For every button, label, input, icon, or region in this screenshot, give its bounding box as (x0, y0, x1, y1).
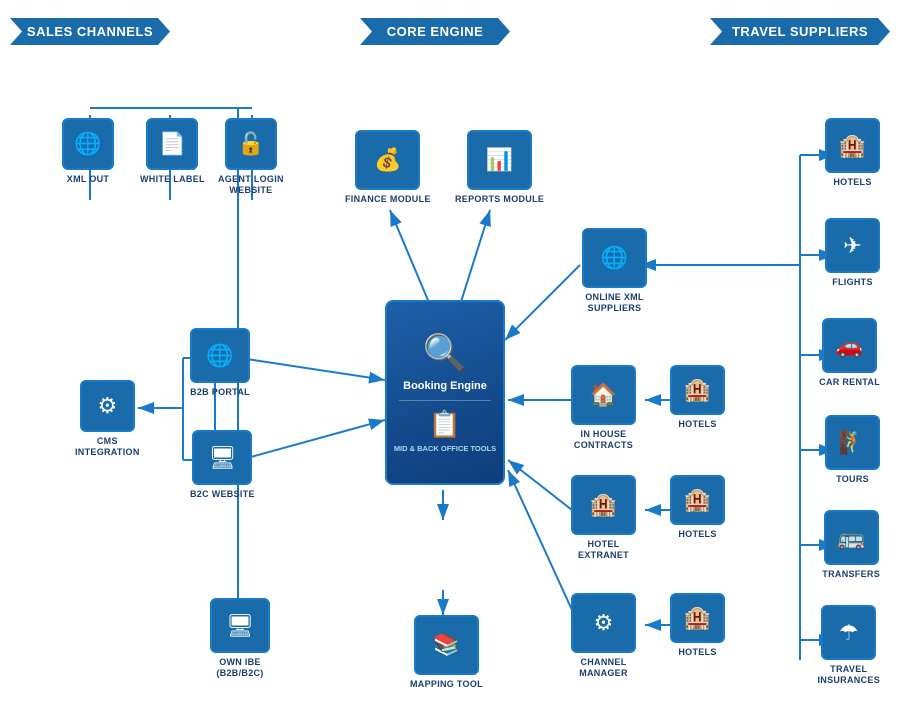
hotel-extranet-icon: 🏨 (590, 494, 617, 516)
supplier-insurance-label: TRAVELINSURANCES (817, 664, 880, 686)
hotels-1-box[interactable]: 🏨 HOTELS (670, 365, 725, 430)
hotels-2-box[interactable]: 🏨 HOTELS (670, 475, 725, 540)
booking-engine-icon: 🔍 (423, 332, 468, 374)
mapping-icon: 📚 (433, 634, 460, 656)
supplier-tours-label: TOURS (836, 474, 869, 485)
hotels-2-icon: 🏨 (684, 489, 711, 511)
mid-office-label: MID & BACK OFFICE TOOLS (394, 444, 496, 453)
b2c-website-box[interactable]: 🖥 B2C WEBSITE (190, 430, 255, 500)
white-label-box[interactable]: 📄 WHITE LABEL (140, 118, 205, 185)
white-label-icon: 📄 (159, 133, 186, 155)
banner-sales-channels: SALES CHANNELS (10, 18, 170, 45)
banner-travel-suppliers: TRAVEL SUPPLIERS (710, 18, 890, 45)
channel-mgr-icon: ⚙ (594, 612, 614, 634)
online-xml-label: ONLINE XMLSUPPLIERS (585, 292, 644, 314)
supplier-hotels-label: HOTELS (833, 177, 871, 188)
supplier-car-rental-box[interactable]: 🚗 CAR RENTAL (819, 318, 880, 388)
supplier-transfers-icon: 🚌 (837, 527, 864, 549)
reports-module-box[interactable]: 📊 REPORTS MODULE (455, 130, 544, 205)
b2c-website-label: B2C WEBSITE (190, 489, 255, 500)
mid-office-icon: 📋 (429, 409, 461, 440)
supplier-transfers-label: TRANSFERS (822, 569, 880, 580)
reports-label: REPORTS MODULE (455, 194, 544, 205)
supplier-hotels-icon: 🏨 (839, 135, 866, 157)
supplier-car-label: CAR RENTAL (819, 377, 880, 388)
supplier-hotels-box[interactable]: 🏨 HOTELS (825, 118, 880, 188)
agent-login-box[interactable]: 🔓 AGENT LOGINWEBSITE (218, 118, 284, 196)
booking-engine-box[interactable]: 🔍 Booking Engine 📋 MID & BACK OFFICE TOO… (385, 300, 505, 485)
hotels-3-label: HOTELS (678, 647, 716, 658)
online-xml-box[interactable]: 🌐 ONLINE XMLSUPPLIERS (582, 228, 647, 314)
channel-mgr-label: CHANNELMANAGER (579, 657, 628, 679)
cms-icon: ⚙ (97, 395, 117, 417)
supplier-tours-icon: 🧗 (839, 432, 866, 454)
booking-engine-label: Booking Engine (403, 380, 487, 392)
b2b-portal-label: B2B PORTAL (190, 387, 250, 398)
cms-label: CMSINTEGRATION (75, 436, 140, 458)
in-house-box[interactable]: 🏠 IN HOUSECONTRACTS (571, 365, 636, 451)
supplier-tours-box[interactable]: 🧗 TOURS (825, 415, 880, 485)
supplier-insurance-icon: ☂ (839, 622, 859, 644)
mapping-tool-box[interactable]: 📚 MAPPING TOOL (410, 615, 483, 690)
finance-label: FINANCE MODULE (345, 194, 431, 205)
b2b-portal-icon: 🌐 (206, 345, 233, 367)
hotel-extranet-label: HOTELEXTRANET (578, 539, 629, 561)
own-ibe-label: OWN IBE(B2B/B2C) (216, 657, 263, 679)
banner-core-engine: CORE ENGINE (360, 18, 510, 45)
b2c-website-icon: 🖥 (208, 447, 236, 469)
supplier-car-icon: 🚗 (836, 335, 863, 357)
xml-out-label: XML OUT (67, 174, 109, 185)
own-ibe-box[interactable]: 🖥 OWN IBE(B2B/B2C) (210, 598, 270, 679)
diagram-container: SALES CHANNELS CORE ENGINE TRAVEL SUPPLI… (0, 0, 900, 727)
supplier-insurance-box[interactable]: ☂ TRAVELINSURANCES (817, 605, 880, 686)
b2b-portal-box[interactable]: 🌐 B2B PORTAL (190, 328, 250, 398)
reports-icon: 📊 (486, 149, 513, 171)
agent-login-icon: 🔓 (237, 133, 264, 155)
supplier-transfers-box[interactable]: 🚌 TRANSFERS (822, 510, 880, 580)
hotels-1-icon: 🏨 (684, 379, 711, 401)
mapping-label: MAPPING TOOL (410, 679, 483, 690)
xml-out-icon: 🌐 (74, 133, 101, 155)
channel-manager-box[interactable]: ⚙ CHANNELMANAGER (571, 593, 636, 679)
hotels-3-box[interactable]: 🏨 HOTELS (670, 593, 725, 658)
own-ibe-icon: 🖥 (226, 615, 254, 637)
xml-out-box[interactable]: 🌐 XML OUT (62, 118, 114, 185)
cms-integration-box[interactable]: ⚙ CMSINTEGRATION (75, 380, 140, 458)
in-house-label: IN HOUSECONTRACTS (574, 429, 633, 451)
agent-login-label: AGENT LOGINWEBSITE (218, 174, 284, 196)
supplier-flights-label: FLIGHTS (832, 277, 873, 288)
hotels-2-label: HOTELS (678, 529, 716, 540)
online-xml-icon: 🌐 (601, 247, 628, 269)
white-label-label: WHITE LABEL (140, 174, 205, 185)
finance-module-box[interactable]: 💰 FINANCE MODULE (345, 130, 431, 205)
hotels-3-icon: 🏨 (684, 607, 711, 629)
in-house-icon: 🏠 (590, 384, 617, 406)
supplier-flights-icon: ✈ (843, 235, 861, 257)
hotels-1-label: HOTELS (678, 419, 716, 430)
supplier-flights-box[interactable]: ✈ FLIGHTS (825, 218, 880, 288)
finance-icon: 💰 (374, 149, 401, 171)
hotel-extranet-box[interactable]: 🏨 HOTELEXTRANET (571, 475, 636, 561)
